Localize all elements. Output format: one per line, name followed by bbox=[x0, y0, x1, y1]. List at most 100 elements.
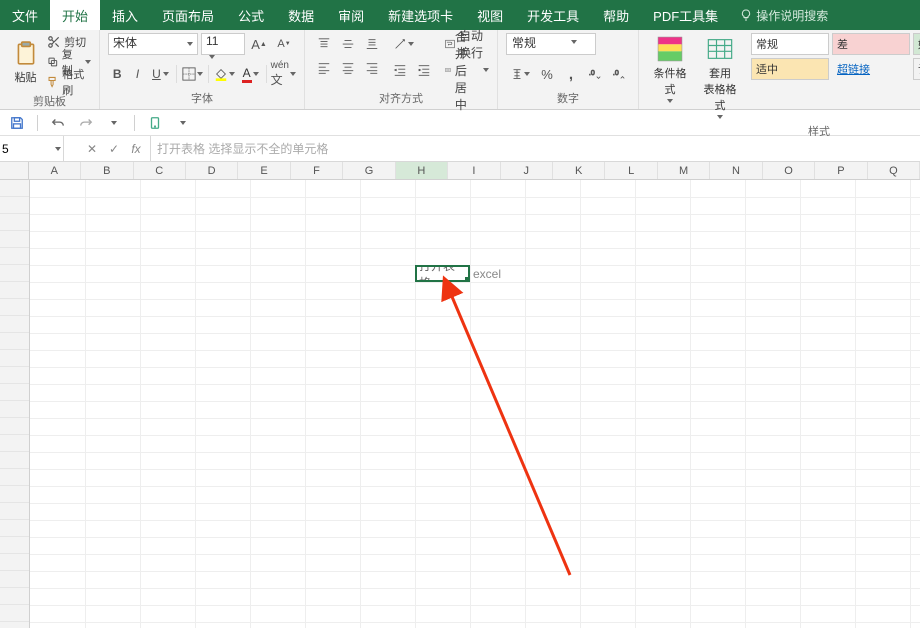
col-header-B[interactable]: B bbox=[81, 162, 133, 179]
formula-input[interactable] bbox=[151, 136, 920, 161]
row-header[interactable] bbox=[0, 469, 29, 486]
tab-pdf[interactable]: PDF工具集 bbox=[641, 0, 730, 30]
col-header-C[interactable]: C bbox=[134, 162, 186, 179]
row-header[interactable] bbox=[0, 435, 29, 452]
row-header[interactable] bbox=[0, 401, 29, 418]
col-header-I[interactable]: I bbox=[448, 162, 500, 179]
tab-layout[interactable]: 页面布局 bbox=[150, 0, 226, 30]
name-box[interactable] bbox=[0, 136, 64, 161]
col-header-A[interactable]: A bbox=[29, 162, 81, 179]
merge-center-button[interactable]: 合并后居中 bbox=[445, 59, 489, 81]
enter-formula-button[interactable]: ✓ bbox=[104, 139, 124, 159]
decrease-decimal-button[interactable]: .0 bbox=[608, 63, 630, 85]
row-header[interactable] bbox=[0, 316, 29, 333]
row-header[interactable] bbox=[0, 537, 29, 554]
format-painter-button[interactable]: 格式刷 bbox=[47, 73, 91, 91]
col-header-N[interactable]: N bbox=[710, 162, 762, 179]
col-header-G[interactable]: G bbox=[343, 162, 395, 179]
fill-color-button[interactable] bbox=[213, 63, 236, 85]
conditional-format-button[interactable]: 条件格式 bbox=[647, 33, 693, 105]
style-calc[interactable]: 计算 bbox=[913, 58, 920, 80]
row-header[interactable] bbox=[0, 180, 29, 197]
tab-insert[interactable]: 插入 bbox=[100, 0, 150, 30]
row-header[interactable] bbox=[0, 265, 29, 282]
tab-help[interactable]: 帮助 bbox=[591, 0, 641, 30]
col-header-K[interactable]: K bbox=[553, 162, 605, 179]
align-left-button[interactable] bbox=[313, 57, 335, 79]
col-header-H[interactable]: H bbox=[396, 162, 448, 179]
row-header[interactable] bbox=[0, 248, 29, 265]
row-header[interactable] bbox=[0, 503, 29, 520]
qat-customize[interactable] bbox=[103, 112, 125, 134]
row-header[interactable] bbox=[0, 367, 29, 384]
align-bottom-button[interactable] bbox=[361, 33, 383, 55]
tab-view[interactable]: 视图 bbox=[465, 0, 515, 30]
underline-button[interactable]: U bbox=[149, 63, 172, 85]
row-header[interactable] bbox=[0, 333, 29, 350]
qat-more[interactable] bbox=[172, 112, 194, 134]
style-bad[interactable]: 差 bbox=[832, 33, 910, 55]
align-top-button[interactable] bbox=[313, 33, 335, 55]
row-header[interactable] bbox=[0, 384, 29, 401]
col-header-M[interactable]: M bbox=[658, 162, 710, 179]
tab-formula[interactable]: 公式 bbox=[226, 0, 276, 30]
save-button[interactable] bbox=[6, 112, 28, 134]
style-hyperlink[interactable]: 超链接 bbox=[832, 58, 910, 80]
selected-cell[interactable]: 打开表格 bbox=[415, 265, 470, 282]
row-header[interactable] bbox=[0, 622, 29, 628]
increase-indent-button[interactable] bbox=[413, 59, 435, 81]
cells-area[interactable]: 打开表格 excel bbox=[30, 180, 920, 628]
align-center-button[interactable] bbox=[337, 57, 359, 79]
select-all-corner[interactable] bbox=[0, 162, 29, 179]
style-normal[interactable]: 常规 bbox=[751, 33, 829, 55]
tab-dev[interactable]: 开发工具 bbox=[515, 0, 591, 30]
border-button[interactable] bbox=[181, 63, 204, 85]
row-header[interactable] bbox=[0, 452, 29, 469]
phonetic-button[interactable]: wén文 bbox=[271, 63, 296, 85]
orientation-button[interactable] bbox=[389, 33, 417, 55]
row-header[interactable] bbox=[0, 554, 29, 571]
tab-review[interactable]: 审阅 bbox=[326, 0, 376, 30]
cancel-formula-button[interactable]: ✕ bbox=[82, 139, 102, 159]
row-header[interactable] bbox=[0, 282, 29, 299]
row-header[interactable] bbox=[0, 571, 29, 588]
number-format-select[interactable]: 常规 bbox=[506, 33, 596, 55]
row-header[interactable] bbox=[0, 486, 29, 503]
row-header[interactable] bbox=[0, 588, 29, 605]
fill-handle[interactable] bbox=[465, 277, 470, 282]
col-header-O[interactable]: O bbox=[763, 162, 815, 179]
tab-home[interactable]: 开始 bbox=[50, 0, 100, 30]
italic-button[interactable]: I bbox=[128, 63, 146, 85]
col-header-L[interactable]: L bbox=[605, 162, 657, 179]
accounting-format-button[interactable] bbox=[506, 63, 534, 85]
comma-button[interactable]: , bbox=[560, 63, 582, 85]
increase-font-button[interactable]: A▲ bbox=[248, 33, 270, 55]
row-header[interactable] bbox=[0, 605, 29, 622]
increase-decimal-button[interactable]: .0 bbox=[584, 63, 606, 85]
decrease-font-button[interactable]: A▼ bbox=[273, 33, 295, 55]
fx-button[interactable]: fx bbox=[126, 139, 146, 159]
row-header[interactable] bbox=[0, 418, 29, 435]
align-middle-button[interactable] bbox=[337, 33, 359, 55]
row-header[interactable] bbox=[0, 350, 29, 367]
align-right-button[interactable] bbox=[361, 57, 383, 79]
font-name-select[interactable]: 宋体 bbox=[108, 33, 198, 55]
tab-data[interactable]: 数据 bbox=[276, 0, 326, 30]
paste-button[interactable]: 粘贴 bbox=[8, 33, 43, 91]
col-header-D[interactable]: D bbox=[186, 162, 238, 179]
decrease-indent-button[interactable] bbox=[389, 59, 411, 81]
row-header[interactable] bbox=[0, 214, 29, 231]
table-format-button[interactable]: 套用 表格格式 bbox=[697, 33, 743, 121]
col-header-E[interactable]: E bbox=[238, 162, 290, 179]
col-header-Q[interactable]: Q bbox=[868, 162, 920, 179]
tell-me-search[interactable]: 操作说明搜索 bbox=[740, 0, 828, 30]
style-good[interactable]: 好 bbox=[913, 33, 920, 55]
row-header[interactable] bbox=[0, 197, 29, 214]
percent-button[interactable]: % bbox=[536, 63, 558, 85]
name-box-input[interactable] bbox=[2, 142, 55, 156]
tab-file[interactable]: 文件 bbox=[0, 0, 50, 30]
col-header-P[interactable]: P bbox=[815, 162, 867, 179]
font-color-button[interactable]: A bbox=[238, 63, 261, 85]
col-header-J[interactable]: J bbox=[501, 162, 553, 179]
col-header-F[interactable]: F bbox=[291, 162, 343, 179]
